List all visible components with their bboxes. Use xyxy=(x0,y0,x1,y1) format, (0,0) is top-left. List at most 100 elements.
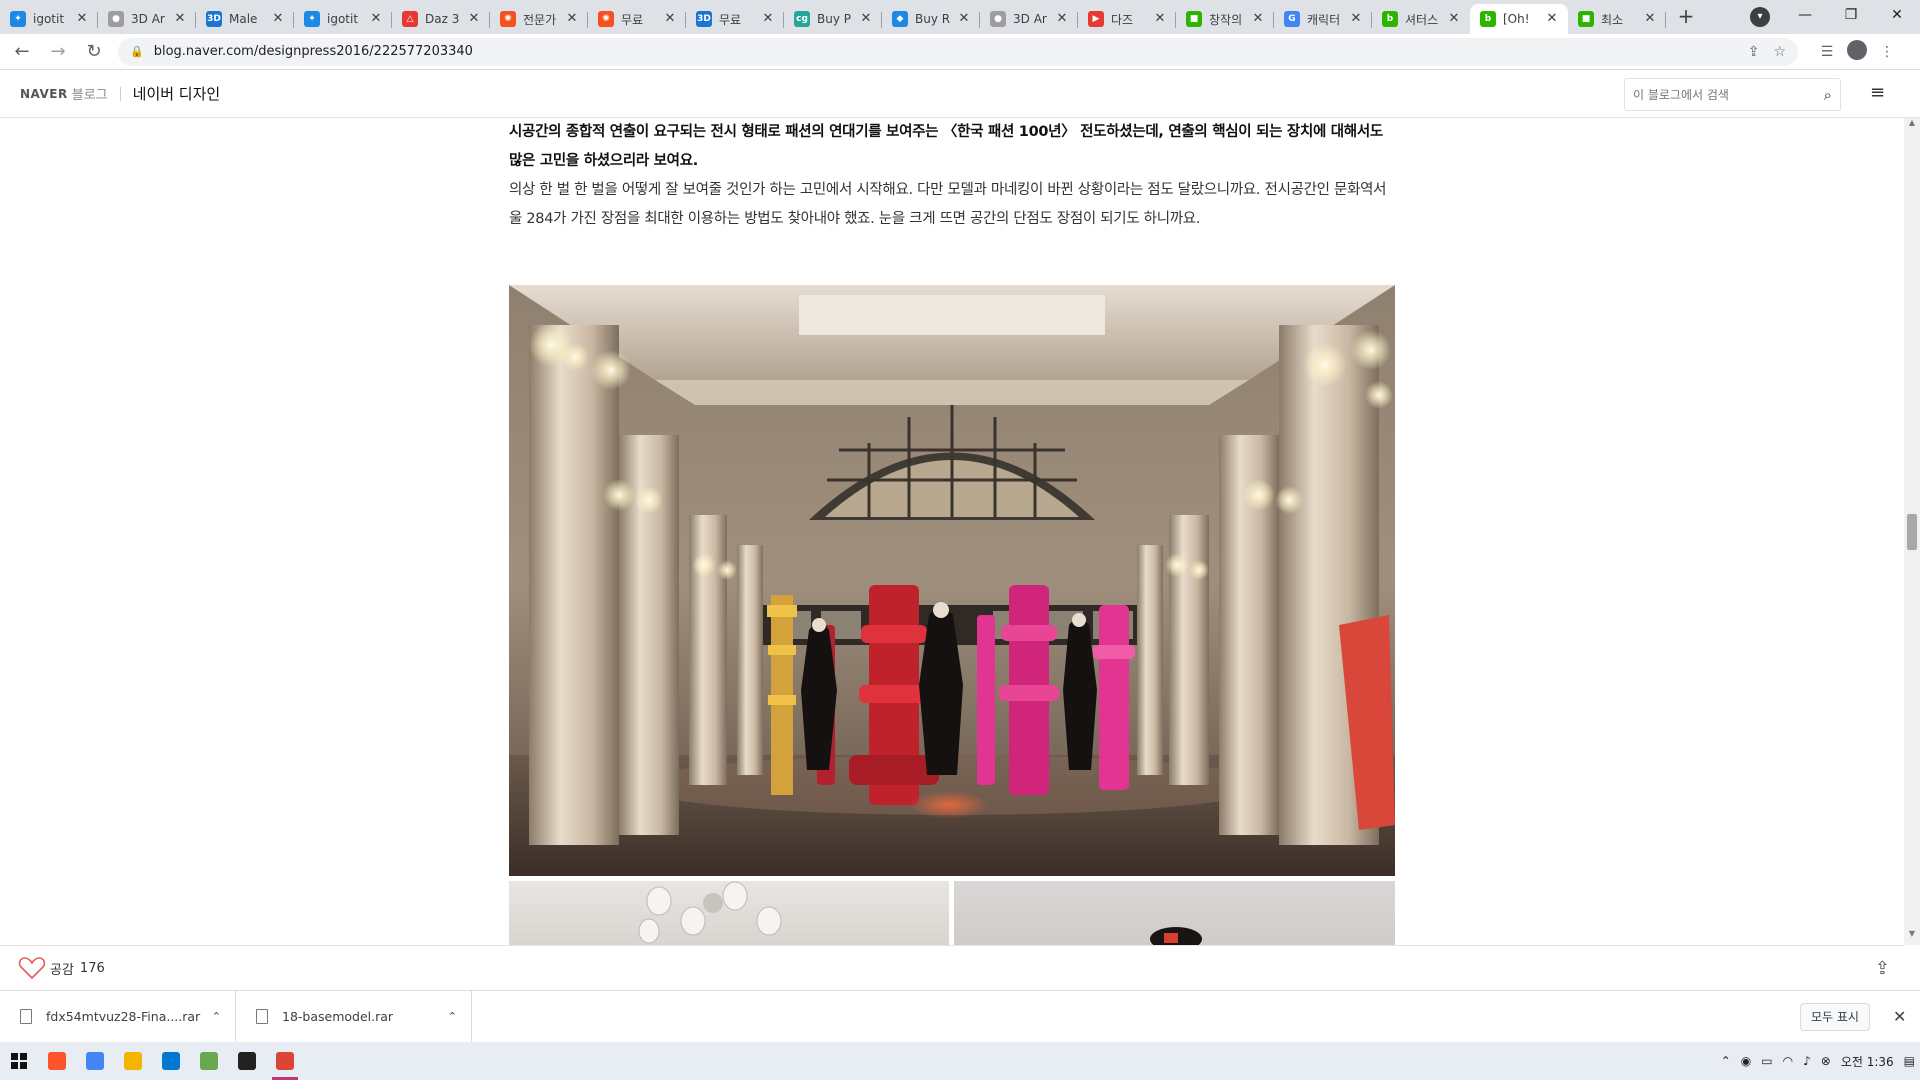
tab-close-icon[interactable]: ✕ xyxy=(368,11,384,27)
tab-title: 3D Ar xyxy=(1013,12,1047,26)
browser-tab[interactable]: ▶ 다즈 ✕ xyxy=(1078,4,1176,34)
tab-close-icon[interactable]: ✕ xyxy=(760,11,776,27)
show-all-downloads-button[interactable]: 모두 표시 xyxy=(1800,1003,1870,1031)
forward-icon[interactable]: → xyxy=(44,38,72,66)
tab-close-icon[interactable]: ✕ xyxy=(662,11,678,27)
page-scrollbar[interactable]: ▲ ▼ xyxy=(1904,118,1920,945)
taskbar-app-chrome-active[interactable] xyxy=(266,1042,304,1080)
network-icon[interactable]: ◉ xyxy=(1741,1054,1751,1068)
browser-tab[interactable]: ✺ 전문가 ✕ xyxy=(490,4,588,34)
tab-close-icon[interactable]: ✕ xyxy=(1348,11,1364,27)
hamburger-menu-icon[interactable]: ≡ xyxy=(1870,82,1885,103)
taskbar-app-vscode[interactable] xyxy=(152,1042,190,1080)
start-button[interactable] xyxy=(0,1042,38,1080)
tab-close-icon[interactable]: ✕ xyxy=(270,11,286,27)
new-tab-button[interactable]: + xyxy=(1672,3,1700,31)
minimize-icon[interactable]: — xyxy=(1782,7,1828,23)
heart-icon[interactable] xyxy=(18,956,46,980)
chevron-up-icon[interactable]: ⌃ xyxy=(448,1010,457,1023)
back-icon[interactable]: ← xyxy=(8,38,36,66)
browser-tab[interactable]: ● 3D Ar ✕ xyxy=(980,4,1078,34)
download-filename[interactable]: fdx54mtvuz28-Fina....rar xyxy=(46,1009,212,1024)
thumbnail-photo-right[interactable] xyxy=(954,881,1395,945)
tab-close-icon[interactable]: ✕ xyxy=(172,11,188,27)
search-icon[interactable]: ⌕ xyxy=(1824,86,1832,104)
scroll-up-icon[interactable]: ▲ xyxy=(1904,118,1920,134)
browser-tab[interactable]: ✺ 무료 ✕ xyxy=(588,4,686,34)
header-divider xyxy=(119,86,121,101)
restore-icon[interactable]: ❐ xyxy=(1828,7,1874,23)
browser-tab[interactable]: 3D Male ✕ xyxy=(196,4,294,34)
tab-strip: ✦ igotit ✕ ● 3D Ar ✕ 3D Male ✕ ✦ igotit ✕ △ Daz 3 ✕ ✺ 전문… xyxy=(0,0,1920,34)
browser-tab[interactable]: b 셔터스 ✕ xyxy=(1372,4,1470,34)
download-item[interactable]: fdx54mtvuz28-Fina....rar ⌃ xyxy=(0,990,236,1043)
blog-search-input[interactable] xyxy=(1633,87,1824,102)
battery-icon[interactable]: ▭ xyxy=(1761,1054,1772,1068)
address-bar[interactable]: 🔒 blog.naver.com/designpress2016/2225772… xyxy=(118,37,1798,66)
taskbar-app-terminal[interactable] xyxy=(228,1042,266,1080)
blog-label[interactable]: 블로그 xyxy=(72,84,108,103)
clock[interactable]: 오전 1:36 xyxy=(1841,1053,1894,1070)
volume-icon[interactable]: ♪ xyxy=(1803,1054,1811,1068)
download-shelf: fdx54mtvuz28-Fina....rar ⌃ 18-basemodel.… xyxy=(0,990,1920,1043)
taskbar-app-chrome[interactable] xyxy=(76,1042,114,1080)
browser-menu-icon[interactable]: ⋮ xyxy=(1872,44,1902,60)
reading-list-icon[interactable]: ☰ xyxy=(1812,44,1842,60)
tab-close-icon[interactable]: ✕ xyxy=(1250,11,1266,27)
browser-tab[interactable]: ■ 창작의 ✕ xyxy=(1176,4,1274,34)
browser-tab[interactable]: △ Daz 3 ✕ xyxy=(392,4,490,34)
thumbnail-photo-left[interactable] xyxy=(509,881,949,945)
blog-name[interactable]: 네이버 디자인 xyxy=(133,83,221,104)
tab-favicon-icon: ▶ xyxy=(1088,11,1104,27)
browser-tab[interactable]: ✦ igotit ✕ xyxy=(294,4,392,34)
url-text[interactable]: blog.naver.com/designpress2016/222577203… xyxy=(154,44,1734,59)
notification-icon[interactable]: ▤ xyxy=(1904,1054,1915,1068)
reload-icon[interactable]: ↻ xyxy=(80,38,108,66)
tab-favicon-icon: ✦ xyxy=(304,11,320,27)
chevron-up-icon[interactable]: ⌃ xyxy=(1721,1054,1731,1068)
tab-close-icon[interactable]: ✕ xyxy=(466,11,482,27)
naver-logo[interactable]: NAVER xyxy=(20,87,68,101)
tab-title: [Oh! xyxy=(1503,12,1530,26)
browser-tab[interactable]: cg Buy P ✕ xyxy=(784,4,882,34)
browser-tab[interactable]: ● 3D Ar ✕ xyxy=(98,4,196,34)
tab-close-icon[interactable]: ✕ xyxy=(858,11,874,27)
tab-close-icon[interactable]: ✕ xyxy=(1544,11,1560,27)
tab-search-icon[interactable]: ▾ xyxy=(1750,7,1770,27)
browser-tab[interactable]: G 캐릭터 ✕ xyxy=(1274,4,1372,34)
tab-favicon-icon: ◆ xyxy=(892,11,908,27)
close-icon[interactable]: ✕ xyxy=(1893,1007,1906,1026)
profile-avatar[interactable] xyxy=(1842,39,1872,64)
ime-icon[interactable]: ⊗ xyxy=(1821,1054,1831,1068)
close-window-icon[interactable]: ✕ xyxy=(1874,7,1920,23)
download-item[interactable]: 18-basemodel.rar ⌃ xyxy=(236,990,472,1043)
browser-tab[interactable]: b [Oh! ✕ xyxy=(1470,4,1568,34)
tab-favicon-icon: 3D xyxy=(696,11,712,27)
wifi-icon[interactable]: ◠ xyxy=(1783,1054,1793,1068)
scroll-down-icon[interactable]: ▼ xyxy=(1904,929,1920,945)
download-filename[interactable]: 18-basemodel.rar xyxy=(282,1009,448,1024)
taskbar-app-explorer[interactable] xyxy=(114,1042,152,1080)
exhibition-hall-photo[interactable] xyxy=(509,285,1395,876)
share-page-icon[interactable]: ⇪ xyxy=(1748,44,1760,60)
taskbar-app-brave[interactable] xyxy=(38,1042,76,1080)
browser-tab[interactable]: ✦ igotit ✕ xyxy=(0,4,98,34)
taskbar-app-notepad[interactable] xyxy=(190,1042,228,1080)
like-count[interactable]: 176 xyxy=(80,961,105,976)
tab-close-icon[interactable]: ✕ xyxy=(74,11,90,27)
like-label[interactable]: 공감 xyxy=(50,959,74,978)
tab-close-icon[interactable]: ✕ xyxy=(956,11,972,27)
tab-close-icon[interactable]: ✕ xyxy=(1446,11,1462,27)
tab-close-icon[interactable]: ✕ xyxy=(564,11,580,27)
chevron-up-icon[interactable]: ⌃ xyxy=(212,1010,221,1023)
browser-tab[interactable]: 3D 무료 ✕ xyxy=(686,4,784,34)
browser-tab[interactable]: ◆ Buy R ✕ xyxy=(882,4,980,34)
tab-close-icon[interactable]: ✕ xyxy=(1054,11,1070,27)
lock-icon: 🔒 xyxy=(130,45,144,58)
tab-close-icon[interactable]: ✕ xyxy=(1642,11,1658,27)
browser-tab[interactable]: ■ 최소 ✕ xyxy=(1568,4,1666,34)
bookmark-star-icon[interactable]: ☆ xyxy=(1773,44,1786,60)
share-icon[interactable]: ⇪ xyxy=(1875,958,1890,979)
tab-close-icon[interactable]: ✕ xyxy=(1152,11,1168,27)
scroll-thumb[interactable] xyxy=(1907,514,1917,550)
